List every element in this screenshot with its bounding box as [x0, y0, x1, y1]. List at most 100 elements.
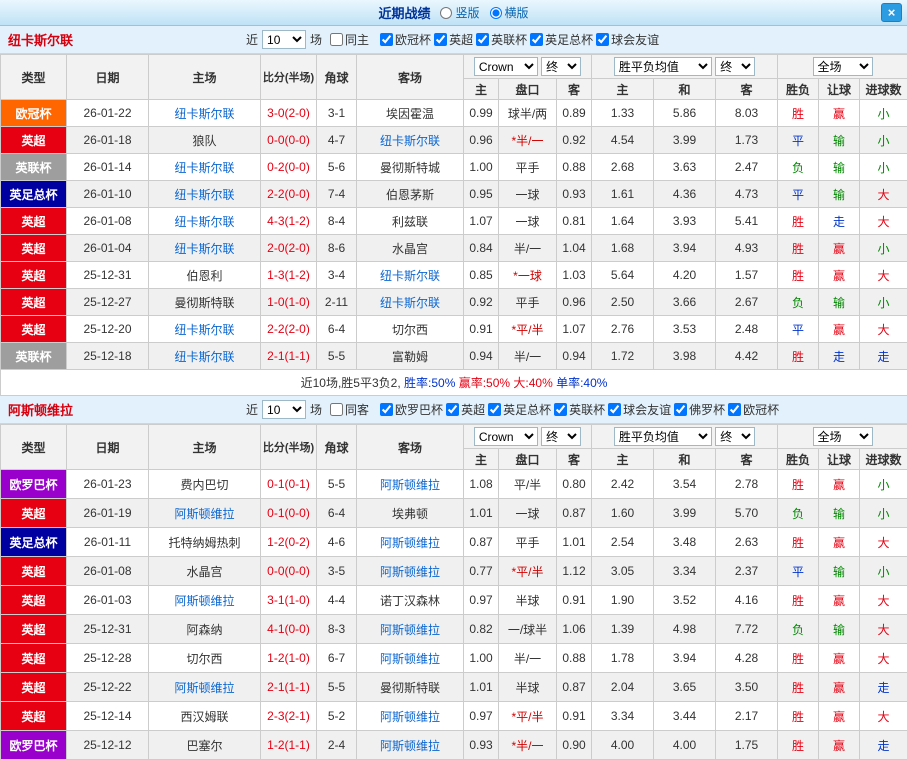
- away-team[interactable]: 纽卡斯尔联: [357, 262, 464, 289]
- away-team[interactable]: 埃弗顿: [357, 499, 464, 528]
- away-team[interactable]: 阿斯顿维拉: [357, 557, 464, 586]
- league-checkbox[interactable]: [596, 33, 609, 46]
- home-team[interactable]: 纽卡斯尔联: [149, 154, 261, 181]
- layout-vertical-option[interactable]: 竖版: [440, 4, 479, 21]
- league-checkbox[interactable]: [554, 403, 567, 416]
- layout-horizontal-option[interactable]: 横版: [490, 4, 529, 21]
- away-team[interactable]: 纽卡斯尔联: [357, 289, 464, 316]
- col-euro-home: 主: [592, 449, 654, 470]
- league-checkbox[interactable]: [434, 33, 447, 46]
- league-checkbox[interactable]: [674, 403, 687, 416]
- home-team[interactable]: 阿斯顿维拉: [149, 499, 261, 528]
- home-team[interactable]: 纽卡斯尔联: [149, 235, 261, 262]
- away-team[interactable]: 水晶宫: [357, 235, 464, 262]
- vertical-radio[interactable]: [440, 7, 452, 19]
- away-team[interactable]: 切尔西: [357, 316, 464, 343]
- league-filter[interactable]: 英联杯: [554, 401, 605, 418]
- same-venue-filter[interactable]: 同主: [330, 31, 369, 48]
- handicap-line: 半/一: [499, 644, 557, 673]
- home-team[interactable]: 费内巴切: [149, 470, 261, 499]
- home-team[interactable]: 西汉姆联: [149, 702, 261, 731]
- away-team[interactable]: 阿斯顿维拉: [357, 644, 464, 673]
- away-team[interactable]: 纽卡斯尔联: [357, 127, 464, 154]
- home-team[interactable]: 纽卡斯尔联: [149, 181, 261, 208]
- away-team[interactable]: 利兹联: [357, 208, 464, 235]
- away-team[interactable]: 阿斯顿维拉: [357, 615, 464, 644]
- match-result: 负: [778, 154, 819, 181]
- horizontal-radio[interactable]: [490, 7, 502, 19]
- same-venue-checkbox[interactable]: [330, 33, 343, 46]
- home-team[interactable]: 纽卡斯尔联: [149, 100, 261, 127]
- league-filter[interactable]: 佛罗杯: [674, 401, 725, 418]
- bookmaker-time-select[interactable]: 终: [541, 427, 581, 446]
- away-team[interactable]: 阿斯顿维拉: [357, 528, 464, 557]
- league-checkbox[interactable]: [380, 403, 393, 416]
- match-count-select[interactable]: 10: [262, 400, 306, 419]
- match-row: 英联杯 25-12-18 纽卡斯尔联 2-1(1-1) 5-5 富勒姆 0.94…: [1, 343, 907, 370]
- away-team[interactable]: 埃因霍温: [357, 100, 464, 127]
- league-filter[interactable]: 英足总杯: [530, 31, 593, 48]
- same-venue-filter[interactable]: 同客: [330, 401, 369, 418]
- home-team[interactable]: 狼队: [149, 127, 261, 154]
- europe-time-select[interactable]: 终: [715, 427, 755, 446]
- league-filter[interactable]: 欧冠杯: [380, 31, 431, 48]
- league-checkbox[interactable]: [476, 33, 489, 46]
- league-filter[interactable]: 英超: [446, 401, 485, 418]
- league-filter[interactable]: 欧罗巴杯: [380, 401, 443, 418]
- scope-select[interactable]: 全场: [813, 427, 873, 446]
- league-filter[interactable]: 英足总杯: [488, 401, 551, 418]
- col-date: 日期: [67, 55, 149, 100]
- europe-odds-select[interactable]: 胜平负均值: [614, 57, 712, 76]
- league-filter[interactable]: 欧冠杯: [728, 401, 779, 418]
- euro-draw-odds: 3.98: [654, 343, 716, 370]
- europe-odds-select[interactable]: 胜平负均值: [614, 427, 712, 446]
- bookmaker-time-select[interactable]: 终: [541, 57, 581, 76]
- league-checkbox[interactable]: [446, 403, 459, 416]
- away-team[interactable]: 诺丁汉森林: [357, 586, 464, 615]
- away-team[interactable]: 富勒姆: [357, 343, 464, 370]
- close-button[interactable]: ×: [881, 3, 902, 22]
- same-venue-checkbox[interactable]: [330, 403, 343, 416]
- bookmaker-select[interactable]: Crown: [474, 57, 538, 76]
- col-euro-draw: 和: [654, 79, 716, 100]
- team-name[interactable]: 纽卡斯尔联: [8, 30, 238, 49]
- home-team[interactable]: 纽卡斯尔联: [149, 316, 261, 343]
- home-team[interactable]: 纽卡斯尔联: [149, 343, 261, 370]
- league-checkbox[interactable]: [530, 33, 543, 46]
- scope-select[interactable]: 全场: [813, 57, 873, 76]
- competition-badge: 英超: [1, 702, 67, 731]
- home-team[interactable]: 切尔西: [149, 644, 261, 673]
- home-team[interactable]: 阿森纳: [149, 615, 261, 644]
- home-team[interactable]: 巴塞尔: [149, 731, 261, 760]
- home-team[interactable]: 阿斯顿维拉: [149, 673, 261, 702]
- euro-home-odds: 1.68: [592, 235, 654, 262]
- league-filter[interactable]: 英超: [434, 31, 473, 48]
- bookmaker-select[interactable]: Crown: [474, 427, 538, 446]
- away-team[interactable]: 伯恩茅斯: [357, 181, 464, 208]
- europe-time-select[interactable]: 终: [715, 57, 755, 76]
- euro-home-odds: 1.90: [592, 586, 654, 615]
- match-row: 英超 25-12-27 曼彻斯特联 1-0(1-0) 2-11 纽卡斯尔联 0.…: [1, 289, 907, 316]
- home-team[interactable]: 阿斯顿维拉: [149, 586, 261, 615]
- league-checkbox[interactable]: [488, 403, 501, 416]
- competition-badge: 英超: [1, 208, 67, 235]
- home-team[interactable]: 水晶宫: [149, 557, 261, 586]
- league-checkbox[interactable]: [728, 403, 741, 416]
- league-filter[interactable]: 球会友谊: [596, 31, 659, 48]
- goals-result: 大: [860, 702, 907, 731]
- away-team[interactable]: 曼彻斯特城: [357, 154, 464, 181]
- home-team[interactable]: 伯恩利: [149, 262, 261, 289]
- team-name[interactable]: 阿斯顿维拉: [8, 400, 238, 419]
- home-team[interactable]: 纽卡斯尔联: [149, 208, 261, 235]
- home-team[interactable]: 托特纳姆热刺: [149, 528, 261, 557]
- away-team[interactable]: 阿斯顿维拉: [357, 702, 464, 731]
- league-filter[interactable]: 英联杯: [476, 31, 527, 48]
- league-checkbox[interactable]: [608, 403, 621, 416]
- away-team[interactable]: 阿斯顿维拉: [357, 470, 464, 499]
- match-count-select[interactable]: 10: [262, 30, 306, 49]
- league-checkbox[interactable]: [380, 33, 393, 46]
- league-filter[interactable]: 球会友谊: [608, 401, 671, 418]
- home-team[interactable]: 曼彻斯特联: [149, 289, 261, 316]
- away-team[interactable]: 阿斯顿维拉: [357, 731, 464, 760]
- away-team[interactable]: 曼彻斯特联: [357, 673, 464, 702]
